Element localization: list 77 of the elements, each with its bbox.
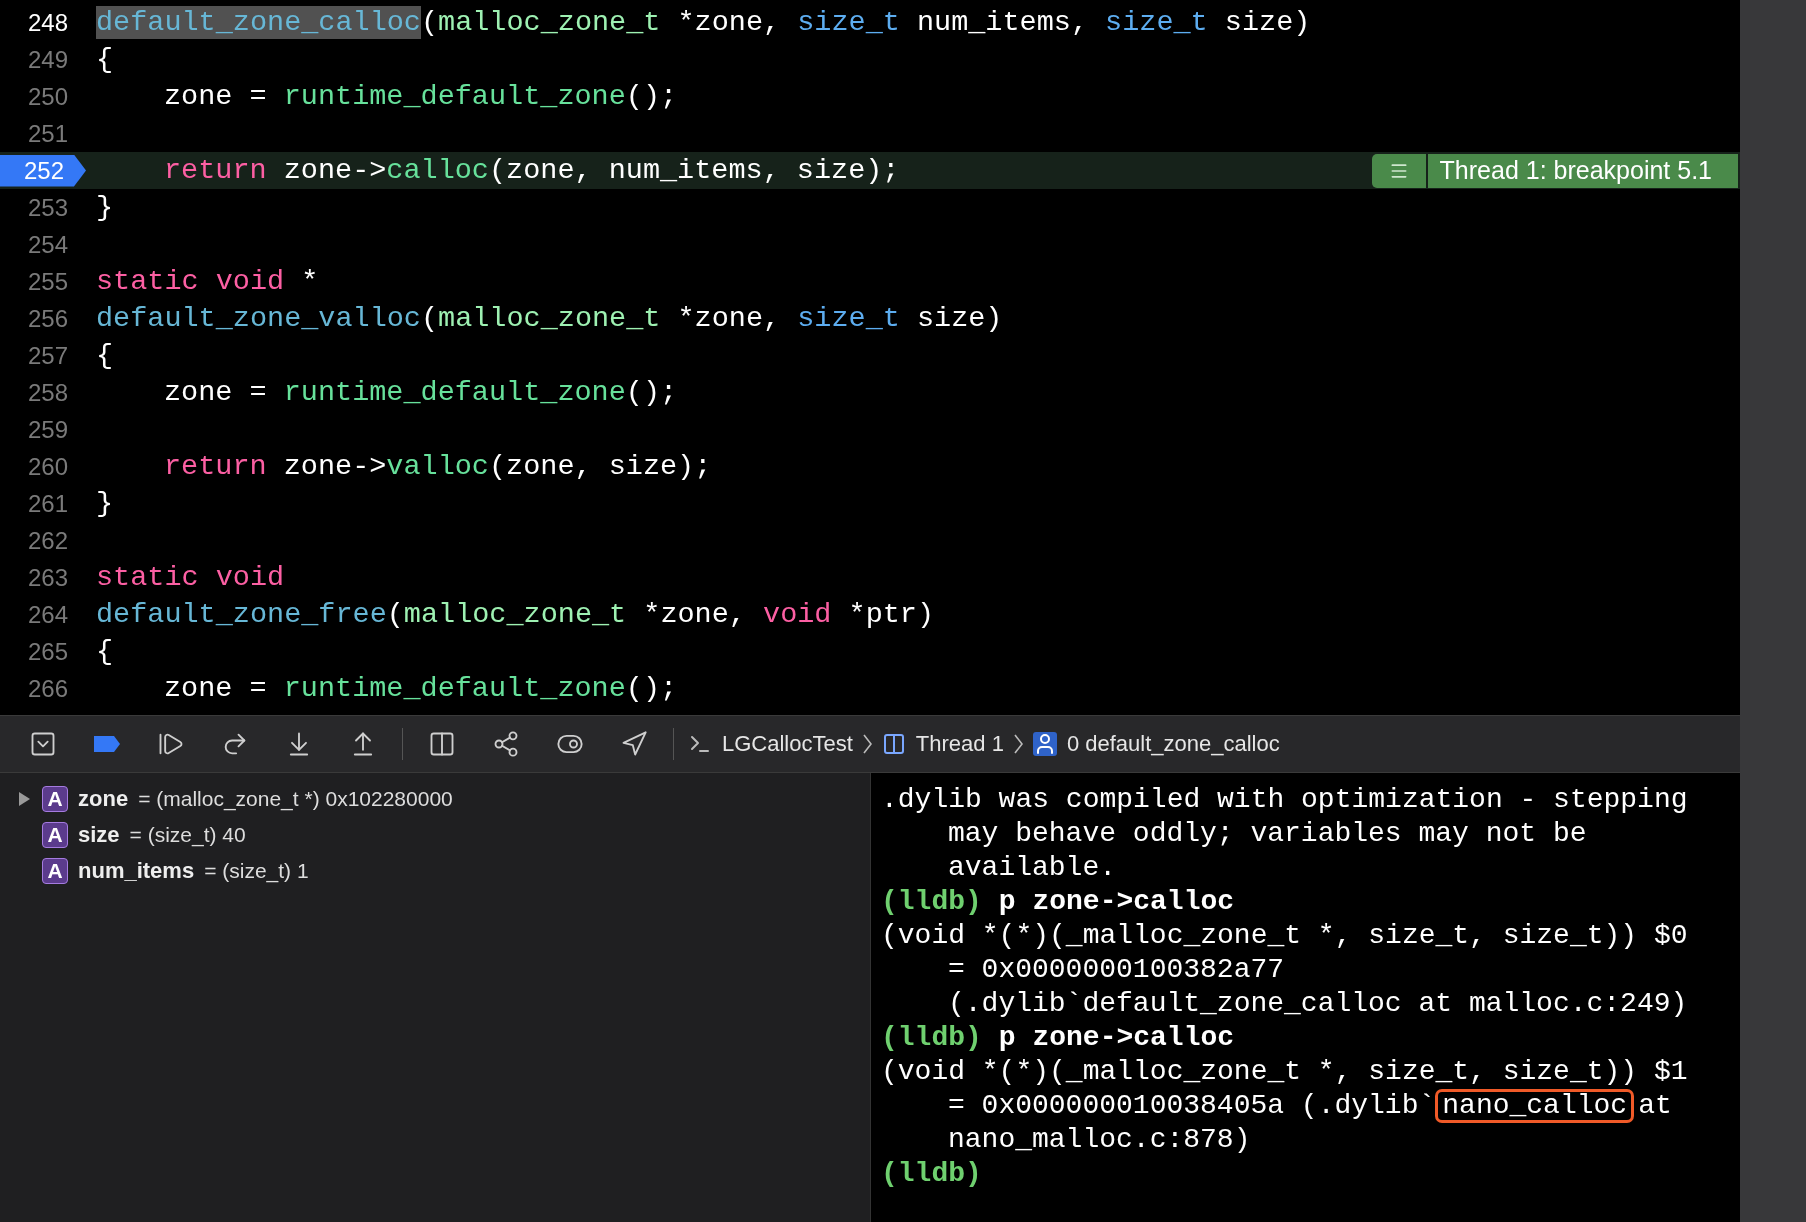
variable-name: size [78,822,120,848]
variable-row[interactable]: A num_items = (size_t) 1 [0,853,870,889]
code-line: zone = runtime_default_zone(); [164,672,678,705]
variable-badge: A [42,858,68,884]
console-output-text: .dylib was compiled with optimization - stepping [881,786,1688,814]
console-command: p zone->calloc [998,1024,1235,1052]
breakpoint-annotation: Thread 1: breakpoint 5.1 [1427,153,1738,188]
code-line: } [96,191,114,224]
line-number: 257 [27,341,69,370]
chevron-icon [862,734,872,754]
line-number: 255 [27,267,69,296]
console-output-text: (.dylib`default_zone_calloc at malloc.c:249) [948,990,1688,1018]
console-output-text: available. [948,854,1117,882]
console-output-text: (void *(*)(_malloc_zone_t *, size_t, size_t)) $1 [881,1058,1688,1086]
line-number: 265 [27,637,69,666]
disclosure-triangle-icon[interactable] [16,791,32,807]
line-number: 261 [27,489,69,518]
line-number: 258 [27,378,69,407]
highlighted-symbol: nano_calloc [1435,1089,1635,1123]
nodes-icon [492,730,520,758]
breakpoint-menu-button[interactable] [1371,153,1426,188]
lldb-prompt: (lldb) [881,1024,982,1052]
code-line: default_zone_valloc(malloc_zone_t *zone, size_t size) [96,302,1003,335]
variable-value: = (malloc_zone_t *) 0x102280000 [138,787,453,811]
console-output-text: (void *(*)(_malloc_zone_t *, size_t, size_t)) $0 [881,922,1688,950]
code-line: static void * [96,265,319,298]
lldb-prompt: (lldb) [881,1160,982,1188]
console-output-text: may behave oddly; variables may not be [948,820,1587,848]
variable-name: zone [78,786,129,812]
navigation-arrow-icon [620,730,648,758]
code-line: { [96,43,114,76]
line-number: 260 [27,452,69,481]
variable-badge: A [42,786,68,812]
code-line: return zone->valloc(zone, size); [164,450,712,483]
console-output-text: nano_malloc.c:878) [948,1126,1251,1154]
line-number: 264 [27,600,69,629]
line-number: 266 [27,674,69,703]
tag-icon [92,734,122,754]
line-number: 262 [27,526,69,555]
line-number: 248 [27,8,69,37]
code-line: default_zone_free(malloc_zone_t *zone, void *ptr) [96,598,935,631]
breadcrumb-item[interactable]: 0 default_zone_calloc [1028,731,1284,757]
code-line: } [96,487,114,520]
chevron-icon [1013,734,1023,754]
variable-value: = (size_t) 1 [204,859,309,883]
variable-badge: A [42,822,68,848]
console-output-text: at [1638,1092,1672,1120]
line-number: 256 [27,304,69,333]
line-number: 251 [27,119,69,148]
thread-icon [881,732,906,756]
console-output-text: = 0x000000010038405a (.dylib` [948,1092,1436,1120]
code-line: zone = runtime_default_zone(); [164,80,678,113]
variable-name: num_items [78,858,195,884]
breadcrumb-item[interactable]: LGCallocTest [684,731,857,757]
variable-row[interactable]: A zone = (malloc_zone_t *) 0x102280000 [0,781,870,817]
console-output-text: = 0x0000000100382a77 [948,956,1285,984]
code-line: static void [96,561,285,594]
code-line: return zone->calloc(zone, num_items, size); [164,154,900,187]
code-line: default_zone_calloc(malloc_zone_t *zone, size_t num_items, size_t size) [96,6,1311,39]
code-line: { [96,339,114,372]
code-line: zone = runtime_default_zone(); [164,376,678,409]
console-command: p zone->calloc [998,888,1235,916]
breakpoint-marker[interactable]: 252 [0,154,86,187]
line-number: 263 [27,563,69,592]
person-icon [1032,732,1057,756]
code-line: { [96,635,114,668]
line-number: 253 [27,193,69,222]
line-number: 249 [27,45,69,74]
columns-icon [428,730,456,758]
lldb-prompt: (lldb) [881,888,982,916]
line-number: 254 [27,230,69,259]
line-number: 250 [27,82,69,111]
square-chevron-icon [29,730,57,758]
variable-row[interactable]: A size = (size_t) 40 [0,817,870,853]
line-number: 259 [27,415,69,444]
variable-value: = (size_t) 40 [129,823,246,847]
breadcrumb-item[interactable]: Thread 1 [877,731,1008,757]
